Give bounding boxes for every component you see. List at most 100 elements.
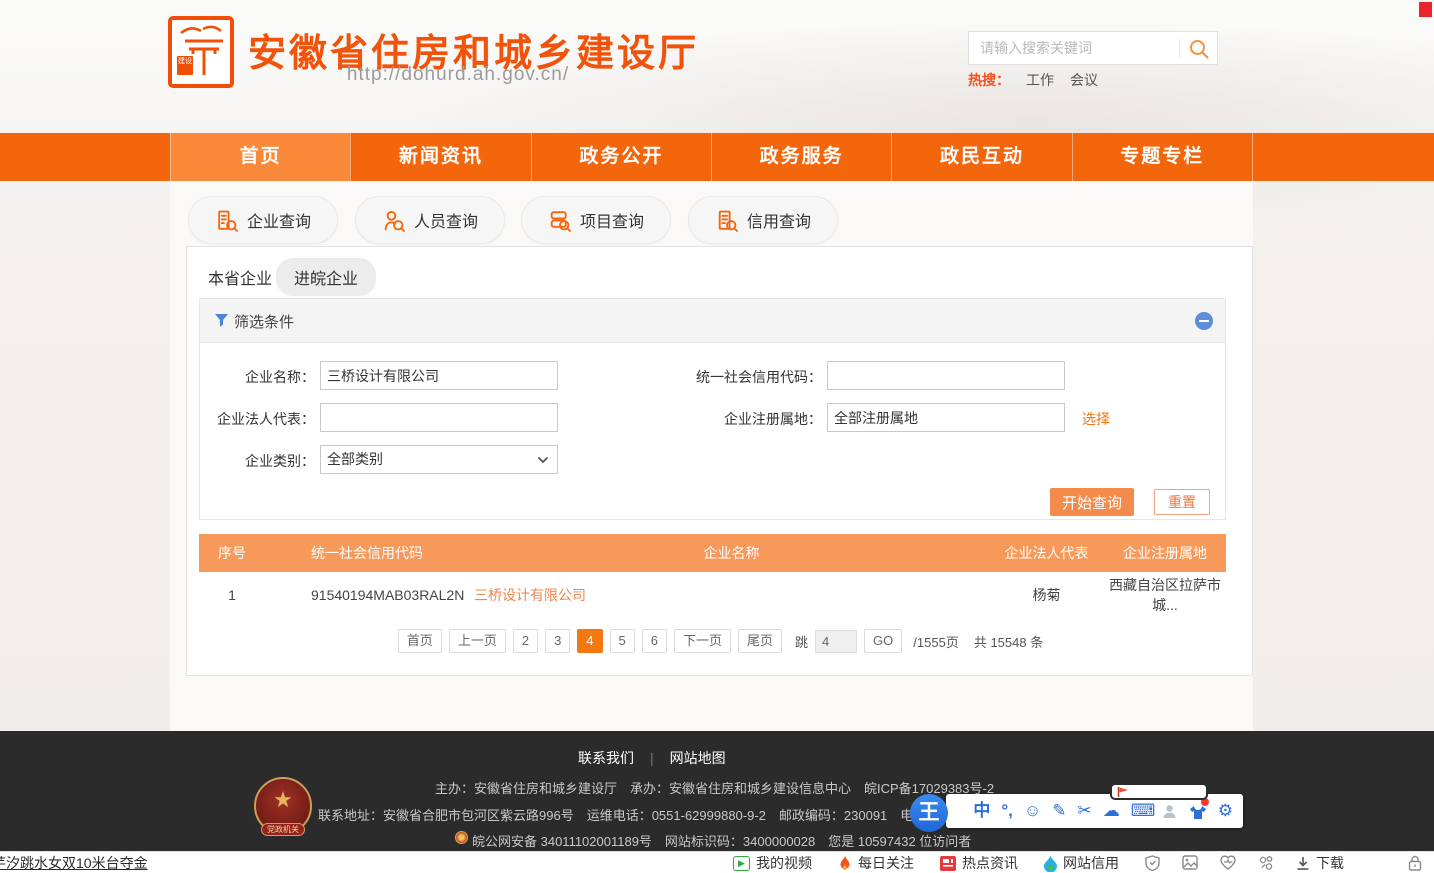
col-registration: 企业注册属地 bbox=[1104, 543, 1226, 563]
page-last[interactable]: 尾页 bbox=[738, 629, 782, 653]
person-search-icon bbox=[382, 209, 405, 232]
collapse-filter-button[interactable] bbox=[1195, 312, 1213, 330]
total-count: 共 15548 条 bbox=[974, 632, 1043, 651]
browser-bar-tools: ▶ 我的视频 每日关注 热点资讯 网站信用 bbox=[733, 852, 1370, 873]
filter-funnel-icon bbox=[214, 313, 229, 328]
hot-search-row: 热搜： 工作 会议 bbox=[968, 70, 1098, 90]
site-url: http://dohurd.ah.gov.cn/ bbox=[248, 64, 668, 86]
news-headline-link[interactable]: 芋汐跳水女双10米台夺金 bbox=[0, 853, 148, 873]
category-select-value: 全部类别 bbox=[327, 451, 383, 467]
emoji-icon[interactable]: ☺ bbox=[1024, 794, 1041, 828]
lock-icon[interactable] bbox=[1408, 855, 1422, 873]
registration-input[interactable] bbox=[827, 403, 1065, 432]
nav-item-interaction[interactable]: 政民互动 bbox=[891, 133, 1071, 181]
go-button[interactable]: GO bbox=[864, 629, 902, 653]
hot-news-button[interactable]: 热点资讯 bbox=[940, 853, 1018, 873]
police-record-icon bbox=[455, 831, 468, 844]
page-3[interactable]: 3 bbox=[545, 629, 570, 653]
results-table: 序号 统一社会信用代码 企业名称 企业法人代表 企业注册属地 1 9154019… bbox=[199, 534, 1226, 617]
chinese-mode-icon[interactable]: 中 bbox=[973, 794, 990, 828]
cell-company-link[interactable]: 三桥设计有限公司 bbox=[474, 585, 989, 605]
page-4-active[interactable]: 4 bbox=[577, 629, 602, 653]
query-tab-personnel[interactable]: 人员查询 bbox=[355, 196, 505, 244]
handwriting-icon[interactable]: ✎ bbox=[1052, 794, 1066, 828]
cell-registration: 西藏自治区拉萨市城... bbox=[1104, 575, 1226, 615]
screenshot-icon[interactable]: ✂ bbox=[1078, 794, 1092, 828]
page-5[interactable]: 5 bbox=[610, 629, 635, 653]
nav-item-gov-info[interactable]: 政务公开 bbox=[531, 133, 711, 181]
download-button[interactable]: 下载 bbox=[1296, 853, 1344, 873]
punctuation-icon[interactable]: °, bbox=[1001, 794, 1013, 828]
nav-item-news[interactable]: 新闻资讯 bbox=[350, 133, 530, 181]
page-prev[interactable]: 上一页 bbox=[449, 629, 506, 653]
footer-link-divider: | bbox=[650, 750, 654, 766]
page-2[interactable]: 2 bbox=[513, 629, 538, 653]
nav-item-home[interactable]: 首页 bbox=[170, 133, 350, 181]
query-tab-credit[interactable]: 信用查询 bbox=[688, 196, 838, 244]
query-panel: 本省企业 进皖企业 筛选条件 企业名称： 统一社会信用代码： 企业法人代表： 企… bbox=[186, 246, 1253, 676]
col-index: 序号 bbox=[199, 543, 265, 563]
contact-us-link[interactable]: 联系我们 bbox=[578, 748, 634, 768]
ime-logo[interactable]: 王 bbox=[910, 794, 948, 832]
search-input[interactable] bbox=[969, 32, 1177, 64]
nav-item-gov-services[interactable]: 政务服务 bbox=[711, 133, 891, 181]
site-credit-button[interactable]: 网站信用 bbox=[1044, 853, 1119, 873]
table-row[interactable]: 1 91540194MAB03RAL2N 三桥设计有限公司 杨菊 西藏自治区拉萨… bbox=[199, 572, 1226, 617]
emblem-star-icon: ★ bbox=[256, 787, 310, 813]
sitemap-link[interactable]: 网站地图 bbox=[670, 748, 726, 768]
filter-section: 筛选条件 企业名称： 统一社会信用代码： 企业法人代表： 企业注册属地： 选择 … bbox=[199, 298, 1226, 520]
nav-item-topics[interactable]: 专题专栏 bbox=[1072, 133, 1253, 181]
hot-news-label: 热点资讯 bbox=[962, 853, 1018, 873]
search-icon[interactable] bbox=[1188, 38, 1210, 60]
site-header: 建设 安徽省住房和城乡建设厅 http://dohurd.ah.gov.cn/ … bbox=[0, 0, 1434, 133]
tab-incoming-enterprise[interactable]: 进皖企业 bbox=[276, 258, 376, 296]
total-pages: /1555页 bbox=[913, 632, 959, 651]
start-query-button[interactable]: 开始查询 bbox=[1050, 488, 1134, 516]
page-6[interactable]: 6 bbox=[642, 629, 667, 653]
query-tab-label: 项目查询 bbox=[580, 208, 644, 232]
query-tab-project[interactable]: 项目查询 bbox=[521, 196, 671, 244]
reset-button[interactable]: 重置 bbox=[1154, 489, 1210, 515]
query-tab-enterprise[interactable]: 企业查询 bbox=[188, 196, 338, 244]
main-nav: 首页 新闻资讯 政务公开 政务服务 政民互动 专题专栏 bbox=[0, 133, 1434, 181]
credit-code-input[interactable] bbox=[827, 361, 1065, 390]
download-icon bbox=[1296, 856, 1310, 871]
jump-page-input[interactable] bbox=[815, 630, 857, 653]
news-icon bbox=[940, 856, 956, 871]
registration-label: 企业注册属地： bbox=[630, 409, 822, 429]
legal-rep-input[interactable] bbox=[320, 403, 558, 432]
search-divider bbox=[1179, 39, 1180, 58]
page: 建设 安徽省住房和城乡建设厅 http://dohurd.ah.gov.cn/ … bbox=[0, 0, 1434, 873]
footer-sponsor-line: 主办：安徽省住房和城乡建设厅 承办：安徽省住房和城乡建设信息中心 皖ICP备17… bbox=[435, 778, 994, 797]
plugin-icon[interactable] bbox=[1258, 855, 1274, 871]
flag-icon bbox=[1117, 787, 1129, 797]
query-nav: 企业查询 人员查询 项目查询 信用查询 bbox=[0, 196, 1434, 244]
browser-status-bar: 芋汐跳水女双10米台夺金 ▶ 我的视频 每日关注 热点资讯 网站信用 bbox=[0, 851, 1434, 873]
jump-label: 跳 bbox=[795, 632, 808, 651]
site-logo[interactable]: 建设 bbox=[168, 16, 234, 88]
shield-icon[interactable] bbox=[1145, 855, 1160, 871]
choose-registration-link[interactable]: 选择 bbox=[1082, 409, 1110, 429]
photo-icon[interactable] bbox=[1182, 855, 1198, 871]
category-select[interactable]: 全部类别 bbox=[320, 445, 558, 474]
tab-local-enterprise[interactable]: 本省企业 bbox=[208, 265, 272, 289]
col-credit-code: 统一社会信用代码 bbox=[265, 543, 474, 563]
page-first[interactable]: 首页 bbox=[398, 629, 442, 653]
query-tab-label: 企业查询 bbox=[247, 208, 311, 232]
credit-search-icon bbox=[715, 209, 738, 232]
emblem-banner: 党政机关 bbox=[261, 823, 305, 836]
hot-search-label: 热搜： bbox=[968, 70, 1010, 90]
settings-icon[interactable]: ⚙ bbox=[1218, 794, 1233, 828]
health-heart-icon[interactable] bbox=[1220, 855, 1236, 871]
government-emblem[interactable]: ★ 党政机关 bbox=[254, 777, 312, 835]
my-video-button[interactable]: ▶ 我的视频 bbox=[733, 853, 812, 873]
hot-term-work[interactable]: 工作 bbox=[1026, 70, 1054, 90]
chevron-down-icon bbox=[537, 454, 549, 466]
page-next[interactable]: 下一页 bbox=[674, 629, 731, 653]
daily-follow-button[interactable]: 每日关注 bbox=[838, 853, 914, 873]
company-name-input[interactable] bbox=[320, 361, 558, 390]
notification-badge bbox=[1419, 2, 1432, 17]
hot-term-meeting[interactable]: 会议 bbox=[1070, 70, 1098, 90]
col-legal-rep: 企业法人代表 bbox=[989, 543, 1104, 563]
query-tab-label: 人员查询 bbox=[414, 208, 478, 232]
